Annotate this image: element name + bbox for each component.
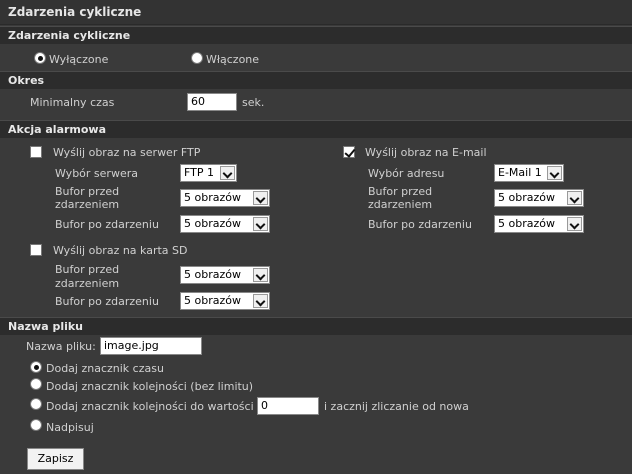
ftp-checkbox[interactable] [30,146,42,158]
section-header-filename: Nazwa pliku [0,317,632,335]
sd-post-buffer-label: Bufor po zdarzeniu [55,295,159,308]
email-pre-buffer-label-1: Bufor przed [368,185,433,198]
section-header-alarm: Akcja alarmowa [0,120,632,138]
min-time-unit: sek. [242,96,265,109]
sequence-to-label: Dodaj znacznik kolejności do wartości [46,400,254,413]
ftp-post-buffer-select[interactable]: 5 obrazów [180,215,270,233]
ftp-server-label: Wybór serwera [55,167,138,180]
email-address-value: E-Mail 1 [498,166,542,179]
ftp-server-select[interactable]: FTP 1 [180,164,237,182]
min-time-label: Minimalny czas [30,96,115,109]
chevron-down-icon [253,294,268,308]
sequence-to-suffix: i zacznij zliczanie od nowa [324,400,469,413]
ftp-pre-buffer-label-2: zdarzeniem [55,198,120,211]
filename-label: Nazwa pliku: [26,340,96,353]
overwrite-label: Nadpisuj [46,421,94,434]
filename-input[interactable]: image.jpg [100,337,202,355]
chevron-down-icon [567,191,582,205]
chevron-down-icon [253,268,268,282]
chevron-down-icon [253,191,268,205]
overwrite-radio[interactable] [30,419,42,431]
cyclic-on-label: Włączone [206,53,260,66]
email-post-buffer-value: 5 obrazów [498,217,555,230]
ftp-post-buffer-label: Bufor po zdarzeniu [55,218,159,231]
sequence-to-input[interactable]: 0 [257,397,319,415]
cyclic-off-radio[interactable] [34,52,46,64]
chevron-down-icon [253,217,268,231]
sd-post-buffer-select[interactable]: 5 obrazów [180,292,270,310]
ftp-checkbox-label: Wyślij obraz na serwer FTP [53,146,201,159]
email-post-buffer-label: Bufor po zdarzeniu [368,218,472,231]
sd-pre-buffer-select[interactable]: 5 obrazów [180,266,270,284]
ftp-server-value: FTP 1 [184,166,214,179]
chevron-down-icon [547,166,562,180]
chevron-down-icon [220,166,235,180]
ftp-pre-buffer-select[interactable]: 5 obrazów [180,189,270,207]
email-address-label: Wybór adresu [368,167,445,180]
sd-pre-buffer-label-2: zdarzeniem [55,277,120,290]
email-pre-buffer-select[interactable]: 5 obrazów [494,189,584,207]
sd-post-buffer-value: 5 obrazów [184,294,241,307]
sd-pre-buffer-label-1: Bufor przed [55,263,120,276]
ftp-pre-buffer-value: 5 obrazów [184,191,241,204]
min-time-input[interactable]: 60 [187,93,237,111]
sequence-to-radio[interactable] [30,398,42,410]
email-address-select[interactable]: E-Mail 1 [494,164,564,182]
ftp-pre-buffer-label-1: Bufor przed [55,185,120,198]
sd-checkbox[interactable] [30,244,42,256]
timestamp-label: Dodaj znacznik czasu [46,362,164,375]
email-pre-buffer-value: 5 obrazów [498,191,555,204]
section-header-period: Okres [0,71,632,89]
sd-pre-buffer-value: 5 obrazów [184,268,241,281]
sd-checkbox-label: Wyślij obraz na karta SD [53,244,188,257]
cyclic-off-label: Wyłączone [49,53,109,66]
sequence-label: Dodaj znacznik kolejności (bez limitu) [46,380,254,393]
email-pre-buffer-label-2: zdarzeniem [368,198,433,211]
page-title: Zdarzenia cykliczne [0,0,632,25]
chevron-down-icon [567,217,582,231]
email-post-buffer-select[interactable]: 5 obrazów [494,215,584,233]
section-header-cyclic: Zdarzenia cykliczne [0,26,632,44]
timestamp-radio[interactable] [30,361,42,373]
sequence-radio[interactable] [30,378,42,390]
email-checkbox-label: Wyślij obraz na E-mail [365,146,487,159]
cyclic-on-radio[interactable] [191,52,203,64]
email-checkbox[interactable] [343,146,355,158]
ftp-post-buffer-value: 5 obrazów [184,217,241,230]
save-button[interactable]: Zapisz [27,448,84,470]
